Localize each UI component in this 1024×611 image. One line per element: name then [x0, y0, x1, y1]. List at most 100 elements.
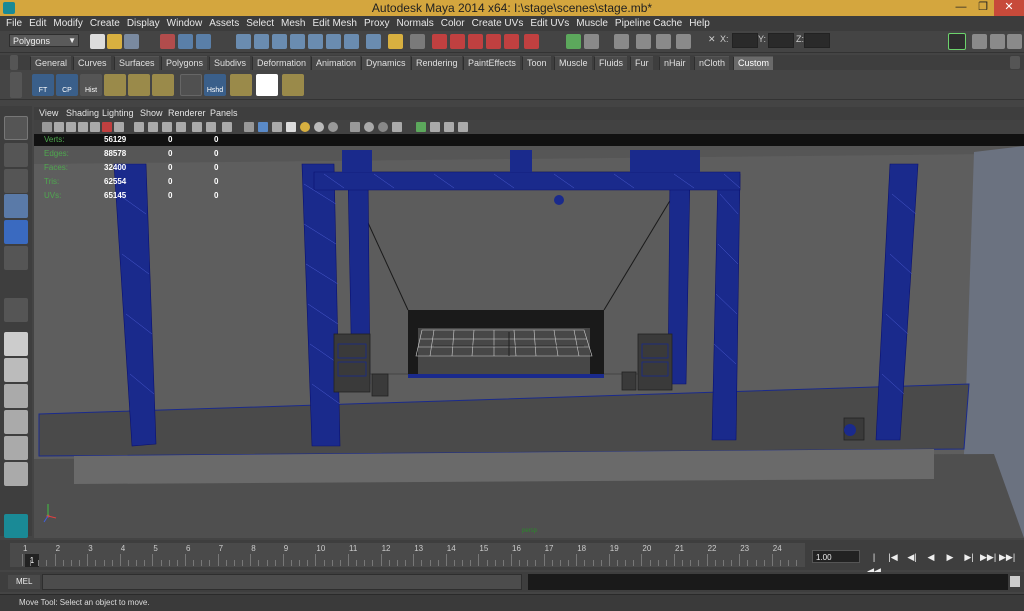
shelf-options-icon[interactable]: [1010, 56, 1020, 69]
panel-menu-view[interactable]: View: [39, 107, 58, 120]
delete-history-icon[interactable]: Hist: [80, 74, 102, 96]
render-frame-icon[interactable]: [450, 34, 465, 49]
go-to-end-button[interactable]: ▶▶|: [999, 550, 1015, 564]
play-forwards-button[interactable]: ▶: [942, 550, 958, 564]
tab-polygons[interactable]: Polygons: [161, 56, 208, 70]
select-camera-icon[interactable]: [416, 122, 426, 132]
center-pivot-icon[interactable]: CP: [56, 74, 78, 96]
step-back-key-button[interactable]: |◀: [885, 550, 901, 564]
tab-painteffects[interactable]: PaintEffects: [463, 56, 520, 70]
z-field[interactable]: [804, 33, 830, 48]
layout-single-icon[interactable]: [4, 332, 28, 356]
ipr-render-icon[interactable]: [468, 34, 483, 49]
shelf-tool-icon-1[interactable]: [104, 74, 126, 96]
menu-mesh[interactable]: Mesh: [281, 16, 312, 31]
menu-set-dropdown[interactable]: Polygons ▼: [9, 34, 79, 47]
current-time-field[interactable]: 1.00: [812, 550, 860, 563]
attribute-editor-icon[interactable]: [636, 34, 651, 49]
snap-curve-icon[interactable]: [254, 34, 269, 49]
help-icon[interactable]: [366, 34, 381, 49]
script-language-toggle[interactable]: MEL: [8, 575, 40, 589]
time-slider-track[interactable]: 1 1 2 3 4 5 6 7 8 9 10 11 12 13 14 15 16 17 18 19 20 21 22 23 2…: [10, 543, 805, 567]
field-chart-icon[interactable]: [148, 122, 158, 132]
show-modeling-toolkit-icon[interactable]: [948, 33, 966, 50]
layout-persp-hypergraph-icon[interactable]: [4, 462, 28, 486]
texture-icon[interactable]: [222, 122, 232, 132]
move-tool-icon[interactable]: [4, 194, 28, 218]
panel-menu-shading[interactable]: Shading: [66, 107, 99, 120]
tab-nhair[interactable]: nHair: [659, 56, 690, 70]
toggle-tool-settings-icon[interactable]: [990, 34, 1005, 49]
select-object-icon[interactable]: [178, 34, 193, 49]
new-scene-icon[interactable]: [90, 34, 105, 49]
scene-stats-icon[interactable]: [458, 122, 468, 132]
menu-window[interactable]: Window: [167, 16, 210, 31]
checker-icon[interactable]: [256, 74, 278, 96]
mental-ray-icon[interactable]: [504, 34, 519, 49]
render-view-icon[interactable]: [432, 34, 447, 49]
panel-menu-show[interactable]: Show: [140, 107, 163, 120]
make-live-icon[interactable]: [326, 34, 341, 49]
tab-curves[interactable]: Curves: [73, 56, 111, 70]
menu-edit[interactable]: Edit: [29, 16, 53, 31]
menu-normals[interactable]: Normals: [397, 16, 441, 31]
current-frame-marker[interactable]: 1: [25, 554, 39, 567]
camera-select-icon[interactable]: [42, 122, 52, 132]
menu-muscle[interactable]: Muscle: [576, 16, 615, 31]
layout-persp-graph-icon[interactable]: [4, 410, 28, 434]
panel-layout-icon[interactable]: [444, 122, 454, 132]
menu-assets[interactable]: Assets: [209, 16, 246, 31]
smooth-shade-icon[interactable]: [206, 122, 216, 132]
film-gate-icon[interactable]: [102, 122, 112, 132]
shelf-collapse-icon[interactable]: [10, 72, 22, 98]
shadows-icon[interactable]: [314, 122, 324, 132]
tab-ncloth[interactable]: nCloth: [694, 56, 730, 70]
last-tool-icon[interactable]: [4, 298, 28, 322]
panel-menu-panels[interactable]: Panels: [210, 107, 238, 120]
play-backwards-button[interactable]: ◀: [923, 550, 939, 564]
channel-box-icon[interactable]: [614, 34, 629, 49]
layer-editor-icon[interactable]: [676, 34, 691, 49]
open-scene-icon[interactable]: [107, 34, 122, 49]
shelf-tool-icon-5[interactable]: [282, 74, 304, 96]
isolate-select-icon[interactable]: [392, 122, 402, 132]
tab-subdivs[interactable]: Subdivs: [209, 56, 251, 70]
menu-file[interactable]: File: [6, 16, 29, 31]
tab-dynamics[interactable]: Dynamics: [361, 56, 410, 70]
image-plane-icon[interactable]: [78, 122, 88, 132]
menu-pipeline-cache[interactable]: Pipeline Cache: [615, 16, 689, 31]
tab-deformation[interactable]: Deformation: [252, 56, 311, 70]
maximize-button[interactable]: ❐: [972, 0, 994, 16]
depth-of-field-icon[interactable]: [378, 122, 388, 132]
default-light-icon[interactable]: [300, 122, 310, 132]
motion-blur-icon[interactable]: [350, 122, 360, 132]
panel-menu-lighting[interactable]: Lighting: [102, 107, 134, 120]
freeze-transform-icon[interactable]: FT: [32, 74, 54, 96]
hypershade-render-icon[interactable]: [524, 34, 539, 49]
tab-toon[interactable]: Toon: [522, 56, 551, 70]
resolution-gate-icon[interactable]: [114, 122, 124, 132]
ambient-occlusion-icon[interactable]: [328, 122, 338, 132]
wireframe-icon[interactable]: [192, 122, 202, 132]
menu-select[interactable]: Select: [246, 16, 281, 31]
close-button[interactable]: ✕: [994, 0, 1024, 16]
save-scene-icon[interactable]: [124, 34, 139, 49]
layout-hypershade-icon[interactable]: [4, 436, 28, 460]
menu-create-uvs[interactable]: Create UVs: [472, 16, 531, 31]
snap-point-icon[interactable]: [272, 34, 287, 49]
rotate-tool-icon[interactable]: [4, 220, 28, 244]
layout-persp-outliner-icon[interactable]: [4, 384, 28, 408]
tab-fluids[interactable]: Fluids: [594, 56, 628, 70]
shelf-tool-icon-4[interactable]: [230, 74, 252, 96]
toggle-panel-icon-2[interactable]: [584, 34, 599, 49]
checker-shade-icon[interactable]: [286, 122, 296, 132]
snap-plane-icon[interactable]: [290, 34, 305, 49]
tab-animation[interactable]: Animation: [311, 56, 361, 70]
panel-menu-renderer[interactable]: Renderer: [168, 107, 206, 120]
toggle-channel-box-icon[interactable]: [1007, 34, 1022, 49]
history-icon[interactable]: [410, 34, 425, 49]
shelf-tool-icon-2[interactable]: [128, 74, 150, 96]
go-to-start-button[interactable]: |◀◀: [866, 550, 882, 576]
render-settings-icon[interactable]: [486, 34, 501, 49]
step-back-frame-button[interactable]: ◀|: [904, 550, 920, 564]
